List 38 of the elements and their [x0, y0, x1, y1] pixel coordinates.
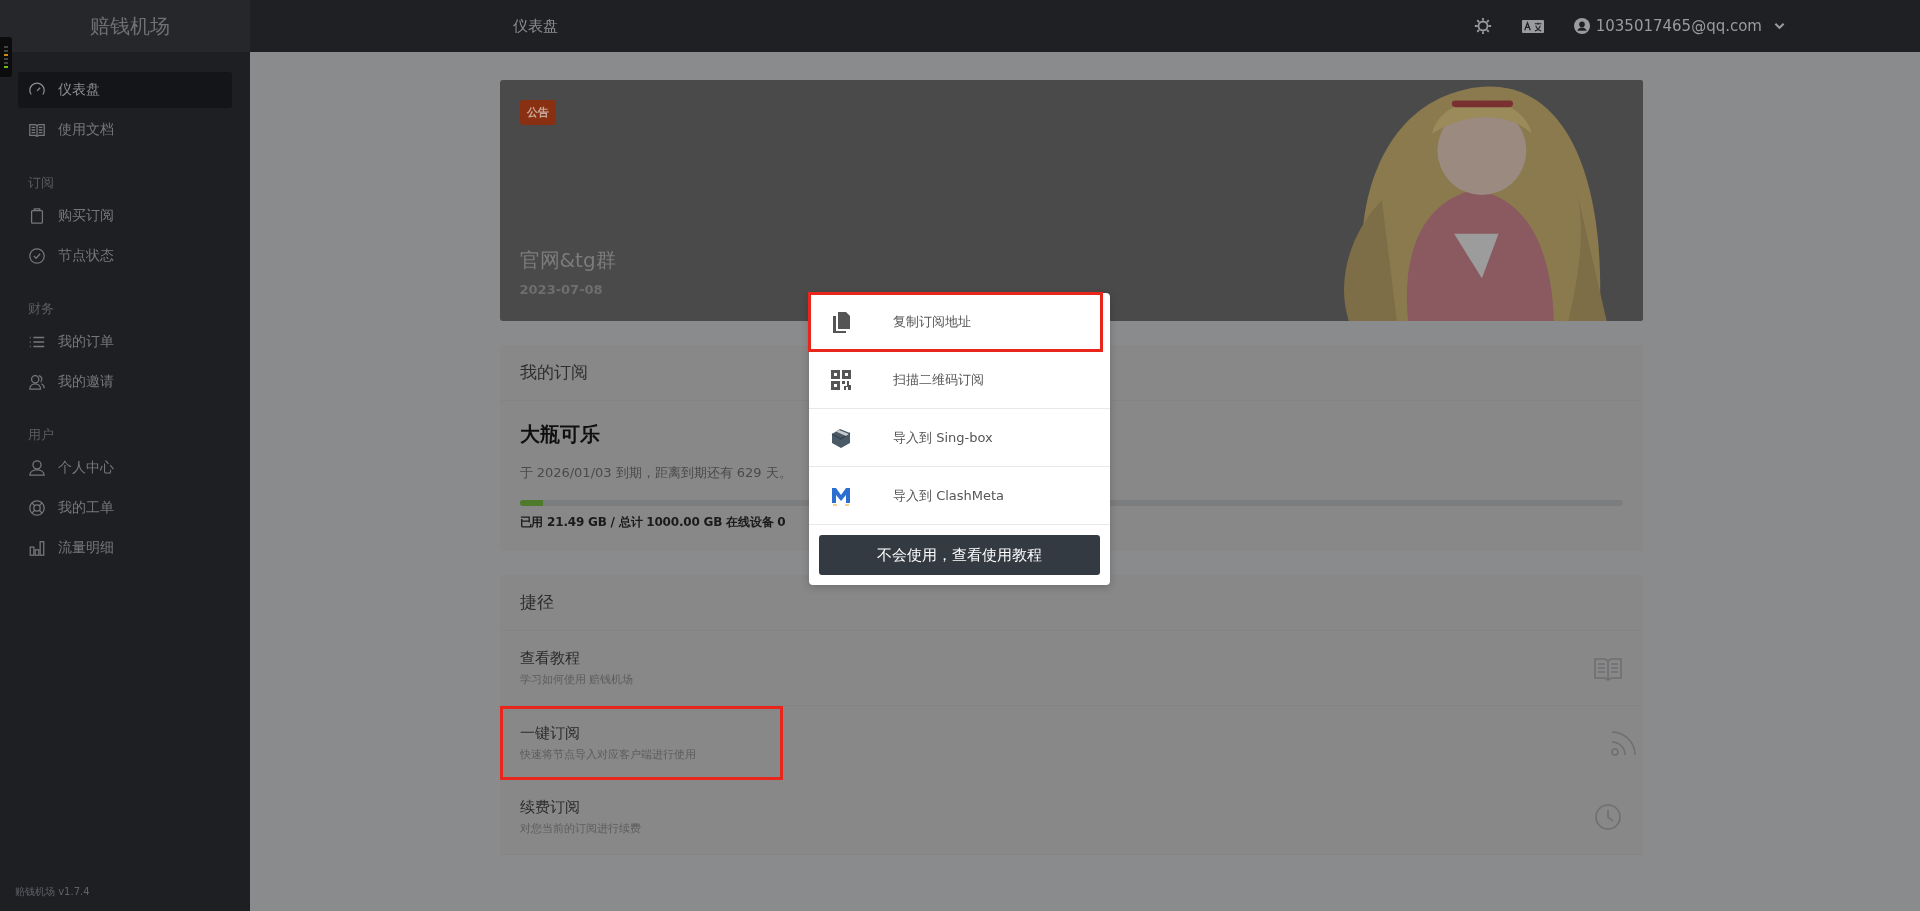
meter-icon — [0, 37, 12, 77]
bag-icon — [28, 207, 46, 225]
theme-sun-icon[interactable] — [1473, 17, 1492, 35]
nav-item[interactable]: 我的订单 — [18, 324, 232, 360]
translate-icon[interactable] — [1521, 19, 1544, 33]
usage-text: 已用 21.49 GB / 总计 1000.00 GB 在线设备 0 — [519, 514, 786, 531]
lifebuoy-icon — [28, 499, 46, 517]
page-title: 仪表盘 — [513, 16, 558, 36]
chevron-down-icon — [1774, 22, 1785, 30]
announcement-tag: 公告 — [519, 100, 556, 125]
rss-icon — [1608, 728, 1639, 758]
expiry-text: 于 2026/01/03 到期，距离到期还有 629 天。 — [519, 464, 792, 482]
brand-title: 赔钱机场 — [0, 0, 250, 52]
nav-item[interactable]: 使用文档 — [18, 112, 232, 148]
section-heading: 财务 — [27, 300, 55, 318]
bars-icon — [28, 539, 46, 557]
nav-item[interactable]: 购买订阅 — [18, 198, 232, 234]
nav-item[interactable]: 个人中心 — [18, 450, 232, 486]
clock-icon — [1592, 802, 1623, 832]
popup-menu-item[interactable]: 导入到 ClashMeta — [809, 467, 1110, 525]
popup-menu-item[interactable]: 扫描二维码订阅 — [809, 351, 1110, 409]
tutorial-button[interactable]: 不会使用，查看使用教程 — [819, 535, 1100, 575]
nav-item[interactable]: 流量明细 — [18, 530, 232, 566]
check-icon — [28, 247, 46, 265]
account-menu[interactable]: 1035017465@qq.com — [1573, 17, 1785, 35]
nav-item[interactable]: 仪表盘 — [18, 72, 232, 108]
popup-menu-item[interactable]: 导入到 Sing-box — [809, 409, 1110, 467]
nav-item[interactable]: 我的工单 — [18, 490, 232, 526]
avatar-icon — [1573, 18, 1590, 34]
plan-name: 大瓶可乐 — [519, 421, 600, 448]
book-icon — [28, 121, 46, 139]
user-icon — [28, 459, 46, 477]
users-icon — [28, 373, 46, 391]
qr-code-icon — [829, 367, 853, 392]
section-heading: 用户 — [27, 426, 55, 444]
section-heading: 订阅 — [27, 174, 55, 192]
nav-item[interactable]: 我的邀请 — [18, 364, 232, 400]
nav-item[interactable]: 节点状态 — [18, 238, 232, 274]
